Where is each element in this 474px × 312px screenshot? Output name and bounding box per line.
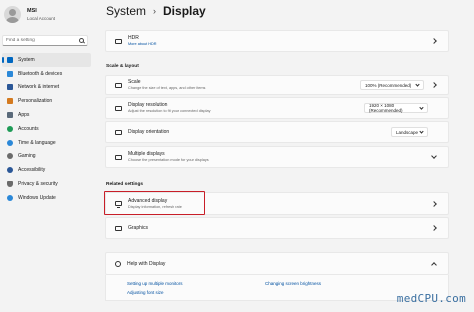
sidebar-item-network-internet[interactable]: Network & internet [2,81,91,95]
accessibility-icon [7,167,13,174]
multiple-displays-icon [115,154,122,160]
chevron-right-icon [431,225,437,231]
chevron-down-icon [431,153,437,159]
section-scale-layout: Scale & layout [106,64,139,69]
orientation-dropdown[interactable]: Landscape [391,127,428,137]
avatar [4,6,21,23]
scale-dropdown[interactable]: 100% (Recommended) [360,80,424,90]
sidebar-item-label: Apps [18,112,30,119]
sidebar-item-label: Bluetooth & devices [18,70,63,77]
sidebar-item-label: Network & internet [18,84,60,91]
accounts-icon [7,125,13,132]
search-box [2,35,88,46]
resolution-icon [115,105,122,111]
graphics-icon [115,225,122,231]
chevron-down-icon [419,128,424,134]
page-title: System › Display [106,4,206,18]
orientation-title: Display orientation [128,129,170,135]
chevron-down-icon [415,81,420,87]
gaming-icon [7,153,13,160]
sidebar-item-label: System [18,56,35,63]
section-related-settings: Related settings [106,182,144,187]
resolution-card: Display resolution Adjust the resolution… [105,97,449,119]
orientation-icon [115,129,122,135]
sidebar-item-apps[interactable]: Apps [2,108,91,122]
help-title: Help with Display [127,260,166,267]
user-profile[interactable]: MSI Local Account [4,6,55,23]
scale-subtitle: Change the size of text, apps, and other… [128,86,206,90]
watermark: medCPU.com [396,292,466,305]
sidebar-item-label: Accessibility [18,167,46,174]
chevron-down-icon [419,104,424,110]
help-card[interactable]: Help with Display [105,252,449,275]
sidebar: MSI Local Account System Bluetooth & dev… [0,0,93,312]
resolution-dropdown[interactable]: 1920 × 1080 (Recommended) [364,103,428,113]
chevron-right-icon [431,200,437,207]
highlight-box [104,191,205,215]
sidebar-item-label: Privacy & security [18,181,58,188]
main-content: System › Display HDR More about HDR Scal… [93,0,474,312]
hdr-icon [115,38,122,44]
sidebar-item-label: Windows Update [18,194,56,201]
clock-icon [7,139,13,146]
profile-account-type: Local Account [27,15,56,21]
sidebar-item-bluetooth-devices[interactable]: Bluetooth & devices [2,67,91,81]
scale-icon [115,82,122,88]
help-globe-icon [115,260,121,267]
resolution-value: 1920 × 1080 (Recommended) [369,103,403,113]
search-input[interactable] [3,36,77,45]
breadcrumb-current: Display [163,4,206,18]
profile-name: MSI [27,7,37,14]
sidebar-item-accounts[interactable]: Accounts [2,122,91,136]
sidebar-item-time-language[interactable]: Time & language [2,136,91,150]
chevron-right-icon[interactable] [431,82,437,88]
sidebar-item-label: Accounts [18,125,39,132]
sidebar-item-accessibility[interactable]: Accessibility [2,163,91,177]
resolution-subtitle: Adjust the resolution to fit your connec… [128,109,211,113]
help-link-multiple-monitors[interactable]: Setting up multiple monitors [127,281,183,286]
scale-card[interactable]: Scale Change the size of text, apps, and… [105,75,449,95]
system-icon [7,56,13,63]
hdr-more-link[interactable]: More about HDR [128,41,432,47]
update-icon [7,194,13,201]
scale-value: 100% (Recommended) [365,82,412,88]
orientation-value: Landscape [396,129,419,135]
sidebar-item-gaming[interactable]: Gaming [2,150,91,164]
sidebar-item-label: Gaming [18,153,36,160]
help-link-brightness[interactable]: Changing screen brightness [265,281,321,286]
breadcrumb-system[interactable]: System [106,4,146,18]
shield-icon [7,181,13,188]
sidebar-item-personalization[interactable]: Personalization [2,94,91,108]
brush-icon [7,98,13,105]
breadcrumb-separator-icon: › [153,6,157,16]
sidebar-item-privacy-security[interactable]: Privacy & security [2,177,91,191]
graphics-title: Graphics [128,225,149,231]
sidebar-nav: System Bluetooth & devices Network & int… [0,53,93,205]
sidebar-item-label: Time & language [18,139,56,146]
chevron-right-icon [431,38,437,44]
sidebar-item-system[interactable]: System [2,53,91,67]
multiple-displays-card[interactable]: Multiple displays Choose the presentatio… [105,146,449,168]
network-icon [7,84,13,91]
help-link-font-size[interactable]: Adjusting font size [127,290,164,295]
sidebar-item-label: Personalization [18,98,53,105]
multiple-displays-subtitle: Choose the presentation mode for your di… [128,158,209,162]
chevron-up-icon [431,261,437,268]
bluetooth-icon [7,70,13,77]
orientation-card: Display orientation Landscape [105,121,449,143]
search-icon[interactable] [79,38,84,43]
apps-icon [7,112,13,119]
hdr-card[interactable]: HDR More about HDR [105,30,449,52]
graphics-card[interactable]: Graphics [105,217,449,239]
sidebar-item-windows-update[interactable]: Windows Update [2,191,91,205]
